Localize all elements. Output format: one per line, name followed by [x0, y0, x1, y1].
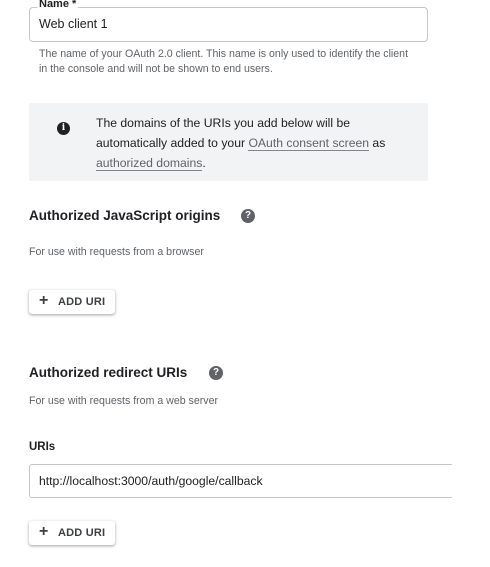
info-icon: i	[57, 122, 70, 135]
name-input-value[interactable]: Web client 1	[39, 17, 108, 31]
add-js-origin-button-label: ADD URI	[58, 296, 106, 308]
name-field-label: Name *	[37, 0, 79, 11]
info-box: i The domains of the URIs you add below …	[29, 103, 428, 181]
oauth-consent-screen-link[interactable]: OAuth consent screen	[248, 136, 370, 151]
plus-icon: +	[39, 292, 49, 309]
name-field[interactable]: Web client 1	[29, 7, 428, 42]
info-text-after: .	[202, 156, 206, 170]
name-field-hint: The name of your OAuth 2.0 client. This …	[39, 48, 409, 75]
redirect-uri-value[interactable]: http://localhost:3000/auth/google/callba…	[39, 474, 263, 488]
redirect-uris-help-icon[interactable]: ?	[209, 366, 223, 380]
add-redirect-uri-button[interactable]: + ADD URI	[29, 521, 115, 545]
redirect-uris-description: For use with requests from a web server	[29, 395, 218, 407]
add-js-origin-button[interactable]: + ADD URI	[29, 290, 115, 314]
add-redirect-uri-button-label: ADD URI	[58, 527, 106, 539]
info-text-middle: as	[369, 136, 386, 150]
js-origins-description: For use with requests from a browser	[29, 246, 204, 258]
js-origins-title: Authorized JavaScript origins	[29, 208, 221, 223]
redirect-uri-input[interactable]: http://localhost:3000/auth/google/callba…	[29, 464, 452, 498]
redirect-uris-title: Authorized redirect URIs	[29, 365, 188, 380]
authorized-domains-link[interactable]: authorized domains	[96, 156, 203, 171]
js-origins-help-icon[interactable]: ?	[241, 209, 255, 223]
uris-label: URIs	[29, 441, 56, 453]
info-text: The domains of the URIs you add below wi…	[96, 113, 416, 173]
plus-icon: +	[39, 523, 49, 540]
